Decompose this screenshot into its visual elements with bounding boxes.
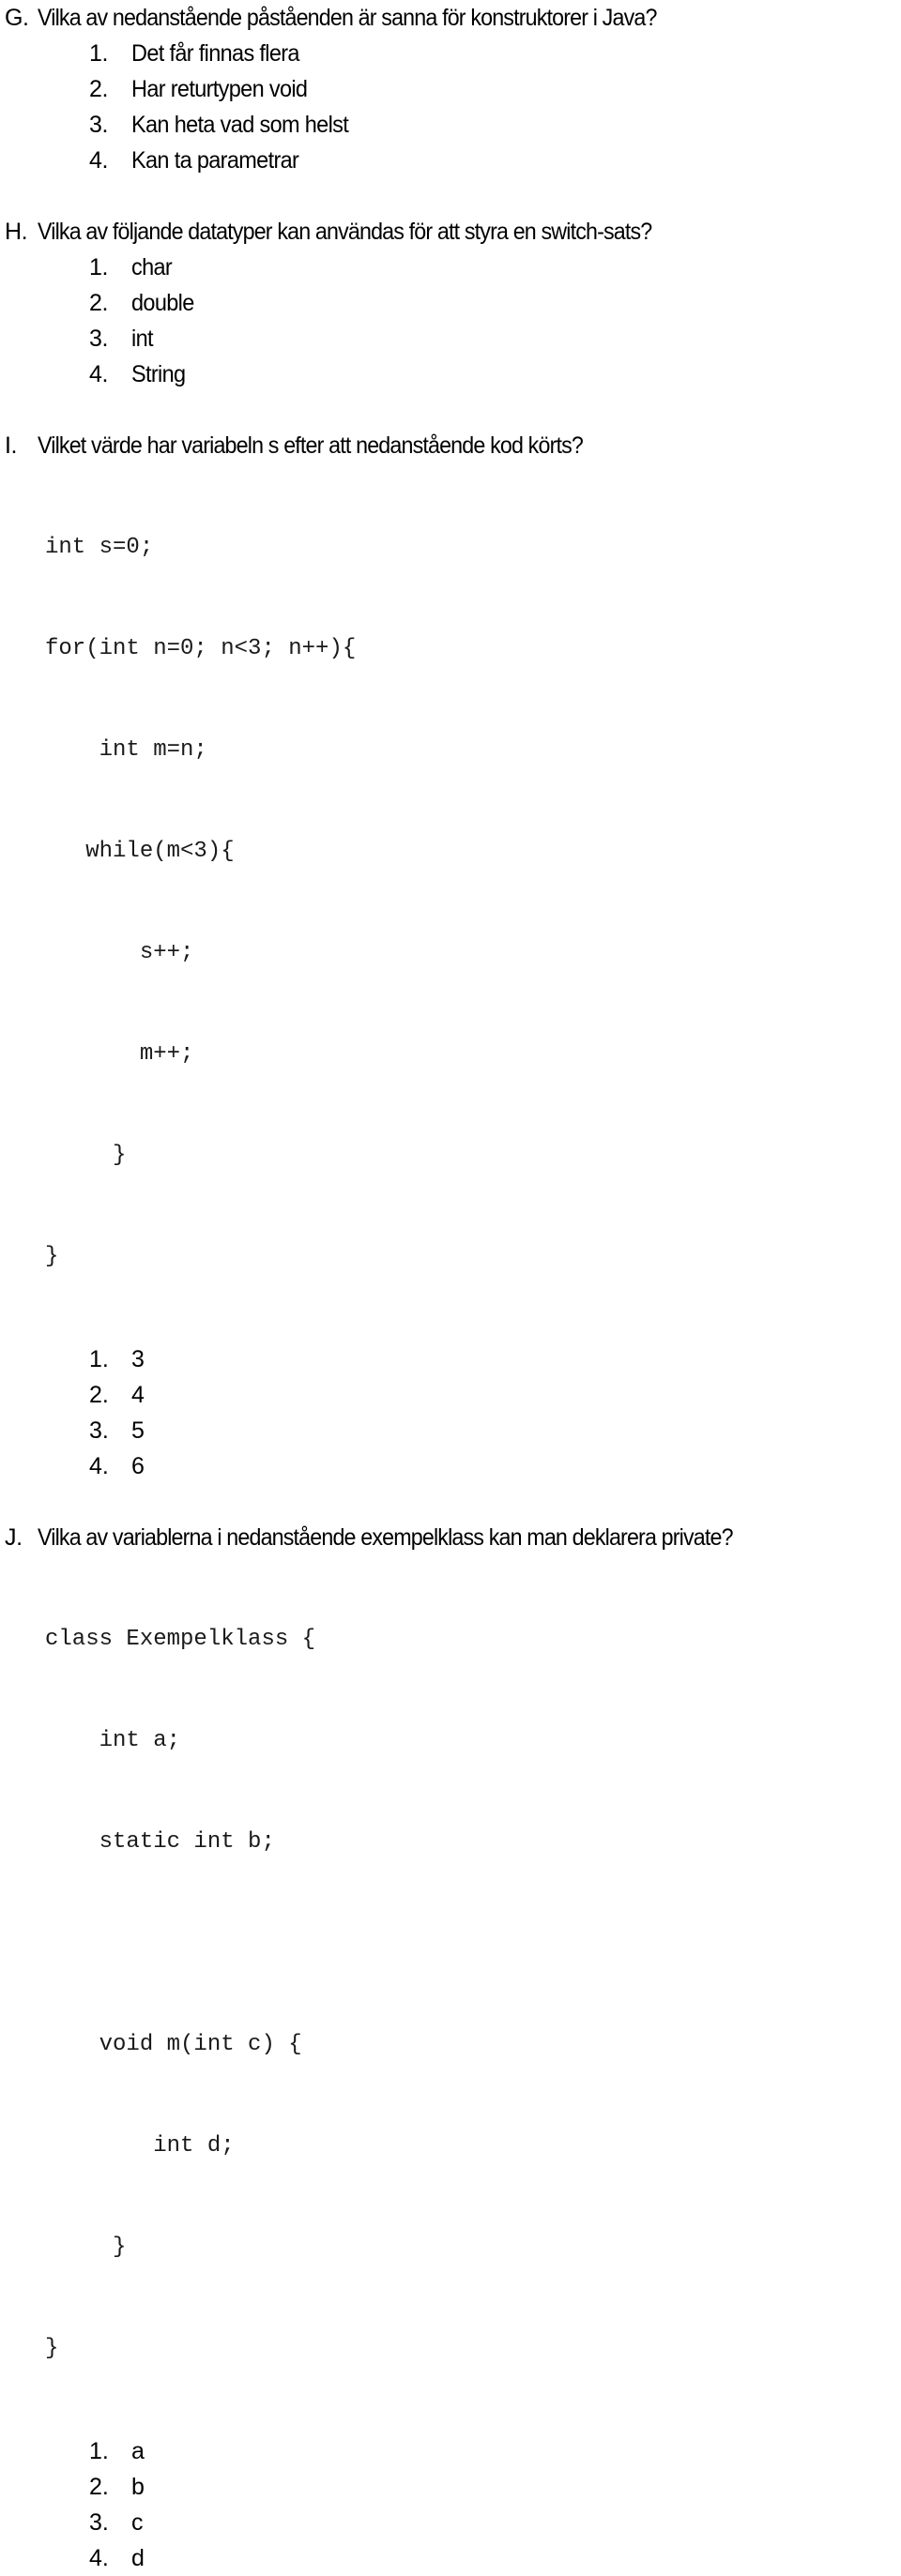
question-block-h: H. Vilka av följande datatyper kan använ…: [0, 214, 901, 392]
option-number: 1.: [89, 254, 109, 280]
option-label: Kan ta parametrar: [131, 147, 299, 174]
option-number: 1.: [89, 1346, 109, 1372]
option-label: Har returtypen void: [131, 76, 308, 102]
option-number: 2.: [89, 1382, 109, 1408]
question-prompt-j: J. Vilka av variablerna i nedanstående e…: [0, 1520, 901, 1555]
code-line: }: [45, 2235, 127, 2260]
code-line: static int b;: [45, 1829, 275, 1855]
code-line: }: [45, 2336, 59, 2361]
option-row[interactable]: 3. c: [0, 2505, 901, 2540]
question-letter-i: I.: [5, 432, 18, 459]
code-block-j: class Exempelklass { int a; static int b…: [0, 1555, 901, 2433]
question-letter-h: H.: [5, 219, 28, 245]
option-row[interactable]: 4. Kan ta parametrar: [0, 143, 901, 178]
option-number: 4.: [89, 2545, 109, 2571]
option-label: Det får finnas flera: [131, 40, 300, 67]
code-line: class Exempelklass {: [45, 1627, 316, 1652]
option-number: 2.: [89, 290, 109, 316]
option-number: 1.: [89, 2438, 109, 2464]
option-number: 1.: [89, 40, 109, 67]
option-number: 3.: [89, 1417, 109, 1444]
option-number: 4.: [89, 361, 109, 387]
question-prompt-g: G. Vilka av nedanstående påståenden är s…: [0, 0, 901, 36]
question-letter-g: G.: [5, 5, 29, 31]
option-number: 2.: [89, 2474, 109, 2500]
option-label: 5: [131, 1417, 145, 1444]
option-row[interactable]: 2. 4: [0, 1377, 901, 1413]
option-row[interactable]: 1. char: [0, 250, 901, 285]
code-line: for(int n=0; n<3; n++){: [45, 636, 357, 661]
option-row[interactable]: 3. int: [0, 321, 901, 356]
code-line: int d;: [45, 2133, 235, 2159]
option-label: 6: [131, 1453, 145, 1479]
question-prompt-i: I. Vilket värde har variabeln s efter at…: [0, 428, 901, 463]
option-row[interactable]: 3. Kan heta vad som helst: [0, 107, 901, 143]
option-row[interactable]: 3. 5: [0, 1413, 901, 1448]
option-label: b: [131, 2474, 145, 2500]
option-label: c: [131, 2509, 144, 2536]
question-text-j: Vilka av variablerna i nedanstående exem…: [38, 1524, 734, 1551]
option-row[interactable]: 2. b: [0, 2469, 901, 2505]
code-line: void m(int c) {: [45, 2032, 302, 2057]
option-row[interactable]: 1. 3: [0, 1341, 901, 1377]
option-number: 3.: [89, 112, 109, 138]
code-line: m++;: [45, 1041, 194, 1067]
option-row[interactable]: 1. a: [0, 2433, 901, 2469]
question-block-i: I. Vilket värde har variabeln s efter at…: [0, 428, 901, 1484]
option-label: Kan heta vad som helst: [131, 112, 349, 138]
question-text-g: Vilka av nedanstående påståenden är sann…: [38, 5, 657, 31]
code-line: int m=n;: [45, 737, 207, 763]
code-line: int a;: [45, 1728, 181, 1753]
option-row[interactable]: 1. Det får finnas flera: [0, 36, 901, 71]
question-block-g: G. Vilka av nedanstående påståenden är s…: [0, 0, 901, 178]
question-prompt-h: H. Vilka av följande datatyper kan använ…: [0, 214, 901, 250]
option-label: double: [131, 290, 194, 316]
question-block-j: J. Vilka av variablerna i nedanstående e…: [0, 1520, 901, 2576]
option-number: 3.: [89, 326, 109, 352]
option-label: char: [131, 254, 173, 280]
option-number: 4.: [89, 1453, 109, 1479]
question-text-i: Vilket värde har variabeln s efter att n…: [38, 432, 584, 459]
option-label: int: [131, 326, 154, 352]
code-line: s++;: [45, 940, 194, 965]
code-line: }: [45, 1244, 59, 1269]
option-number: 3.: [89, 2509, 109, 2536]
exam-page: G. Vilka av nedanstående påståenden är s…: [0, 0, 901, 2571]
option-label: 3: [131, 1346, 145, 1372]
option-row[interactable]: 2. double: [0, 285, 901, 321]
question-letter-j: J.: [5, 1524, 23, 1551]
option-label: a: [131, 2438, 145, 2464]
option-label: d: [131, 2545, 145, 2571]
option-row[interactable]: 4. String: [0, 356, 901, 392]
code-line: int s=0;: [45, 535, 154, 560]
option-row[interactable]: 4. 6: [0, 1448, 901, 1484]
code-line: }: [45, 1143, 127, 1168]
option-row[interactable]: 2. Har returtypen void: [0, 71, 901, 107]
option-number: 4.: [89, 147, 109, 174]
code-block-i: int s=0; for(int n=0; n<3; n++){ int m=n…: [0, 463, 901, 1341]
question-text-h: Vilka av följande datatyper kan användas…: [38, 219, 652, 245]
option-label: String: [131, 361, 186, 387]
option-number: 2.: [89, 76, 109, 102]
code-line: while(m<3){: [45, 839, 235, 864]
option-row[interactable]: 4. d: [0, 2540, 901, 2576]
option-label: 4: [131, 1382, 145, 1408]
